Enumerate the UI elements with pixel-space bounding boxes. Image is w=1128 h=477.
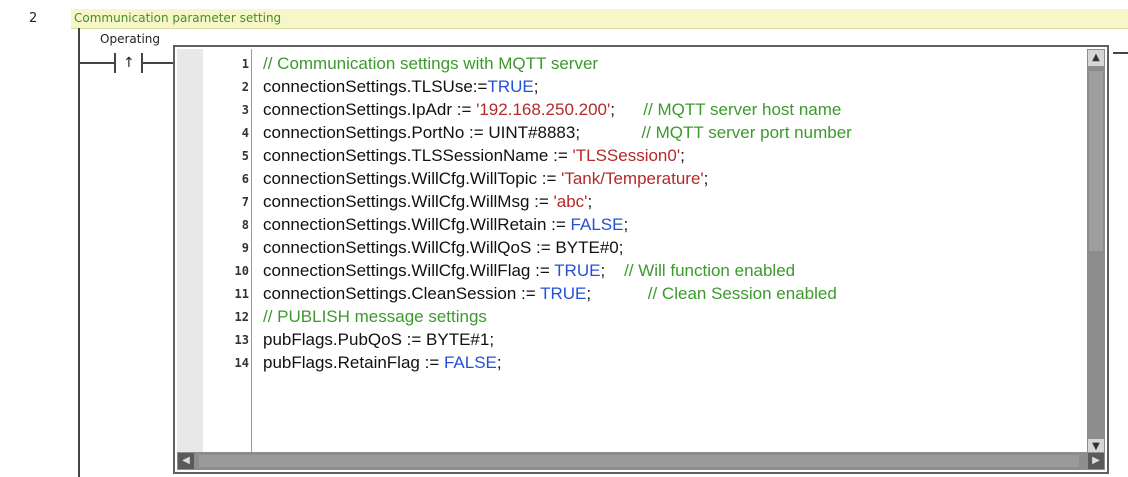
code-token-comment: // Will function enabled <box>624 261 796 280</box>
code-text: connectionSettings.IpAdr := '192.168.250… <box>263 99 841 120</box>
st-code-editor[interactable]: 1 // Communication settings with MQTT ser… <box>173 45 1109 474</box>
line-number: 7 <box>241 195 249 209</box>
code-token-text: ; <box>586 284 648 303</box>
code-token-text: ; <box>533 77 539 96</box>
code-token-text: connectionSettings.TLSSessionName := <box>263 146 573 165</box>
line-number: 2 <box>241 80 249 94</box>
line-number: 4 <box>241 126 249 140</box>
code-token-text: connectionSettings.WillCfg.WillQoS := BY… <box>263 238 624 257</box>
code-token-comment: // PUBLISH message settings <box>263 307 487 326</box>
code-token-text: connectionSettings.WillCfg.WillMsg := <box>263 192 554 211</box>
code-token-text: connectionSettings.WillCfg.WillTopic := <box>263 169 562 188</box>
code-token-text: ; <box>587 192 593 211</box>
code-text: // Communication settings with MQTT serv… <box>263 53 598 74</box>
code-token-keyword: FALSE <box>443 353 497 372</box>
contact-left-wire <box>80 62 114 64</box>
right-output-wire <box>1113 52 1128 54</box>
code-token-string: 'TLSSession0' <box>572 146 681 165</box>
code-text: connectionSettings.WillCfg.WillFlag := T… <box>263 260 795 281</box>
code-text: connectionSettings.CleanSession := TRUE;… <box>263 283 837 304</box>
code-token-text: ; <box>610 100 644 119</box>
code-token-text: connectionSettings.TLSUse:= <box>263 77 488 96</box>
line-number: 12 <box>234 310 249 324</box>
code-token-text: pubFlags.RetainFlag := <box>263 353 444 372</box>
line-number: 1 <box>241 57 249 71</box>
code-token-text: connectionSettings.CleanSession := <box>263 284 541 303</box>
code-text: connectionSettings.PortNo := UINT#8883; … <box>263 122 852 143</box>
code-text: connectionSettings.WillCfg.WillTopic := … <box>263 168 708 189</box>
scroll-up-icon[interactable]: ▲ <box>1088 50 1104 66</box>
code-token-text: ; <box>600 261 625 280</box>
code-token-text: connectionSettings.WillCfg.WillFlag := <box>263 261 555 280</box>
code-token-text: ; <box>680 146 685 165</box>
contact-right-wire <box>143 62 173 64</box>
contact-variable-label[interactable]: Operating <box>100 32 160 46</box>
line-number: 13 <box>234 333 249 347</box>
code-token-string: 'Tank/Temperature' <box>561 169 704 188</box>
horizontal-scrollbar[interactable]: ◀ ▶ <box>177 452 1105 470</box>
line-number: 10 <box>234 264 249 278</box>
rung-title-bar[interactable]: Communication parameter setting <box>71 9 1128 29</box>
code-token-string: 'abc' <box>553 192 588 211</box>
code-text: connectionSettings.WillCfg.WillRetain :=… <box>263 214 628 235</box>
vertical-scroll-thumb[interactable] <box>1089 71 1103 251</box>
code-token-text: connectionSettings.IpAdr := <box>263 100 477 119</box>
line-number: 11 <box>234 287 249 301</box>
code-token-keyword: FALSE <box>570 215 624 234</box>
code-token-comment: // MQTT server host name <box>643 100 842 119</box>
code-text: connectionSettings.WillCfg.WillQoS := BY… <box>263 237 623 258</box>
code-text: connectionSettings.TLSSessionName := 'TL… <box>263 145 685 166</box>
code-text: pubFlags.PubQoS := BYTE#1; <box>263 329 494 350</box>
code-text: connectionSettings.TLSUse:=TRUE; <box>263 76 538 97</box>
code-token-keyword: TRUE <box>540 284 587 303</box>
left-power-rail <box>78 28 80 477</box>
code-token-keyword: TRUE <box>487 77 534 96</box>
line-number: 6 <box>241 172 249 186</box>
line-number: 9 <box>241 241 249 255</box>
code-text: connectionSettings.WillCfg.WillMsg := 'a… <box>263 191 592 212</box>
code-token-text: connectionSettings.PortNo := UINT#8883; <box>263 123 642 142</box>
code-token-comment: // Clean Session enabled <box>647 284 837 303</box>
code-token-comment: // Communication settings with MQTT serv… <box>263 54 599 73</box>
code-token-text: ; <box>623 215 629 234</box>
line-number: 14 <box>234 356 249 370</box>
line-number: 5 <box>241 149 249 163</box>
code-token-text: pubFlags.PubQoS := BYTE#1; <box>263 330 495 349</box>
contact-left-bar <box>114 53 116 73</box>
rising-edge-arrow-icon: ↑ <box>123 55 135 71</box>
code-token-comment: // MQTT server port number <box>641 123 852 142</box>
rung-number: 2 <box>29 11 38 26</box>
rung-title: Communication parameter setting <box>74 11 282 25</box>
code-text: pubFlags.RetainFlag := FALSE; <box>263 352 502 373</box>
code-token-string: '192.168.250.200' <box>476 100 611 119</box>
scroll-left-icon[interactable]: ◀ <box>178 453 194 469</box>
code-token-text: ; <box>496 353 502 372</box>
horizontal-scroll-thumb[interactable] <box>199 455 1079 467</box>
code-token-keyword: TRUE <box>554 261 601 280</box>
line-number: 8 <box>241 218 249 232</box>
code-token-text: connectionSettings.WillCfg.WillRetain := <box>263 215 571 234</box>
vertical-scrollbar[interactable]: ▲ ▼ <box>1087 49 1105 456</box>
editor-left-margin <box>177 49 203 456</box>
code-token-text: ; <box>703 169 709 188</box>
code-text: // PUBLISH message settings <box>263 306 487 327</box>
scroll-right-icon[interactable]: ▶ <box>1088 453 1104 469</box>
line-number: 3 <box>241 103 249 117</box>
